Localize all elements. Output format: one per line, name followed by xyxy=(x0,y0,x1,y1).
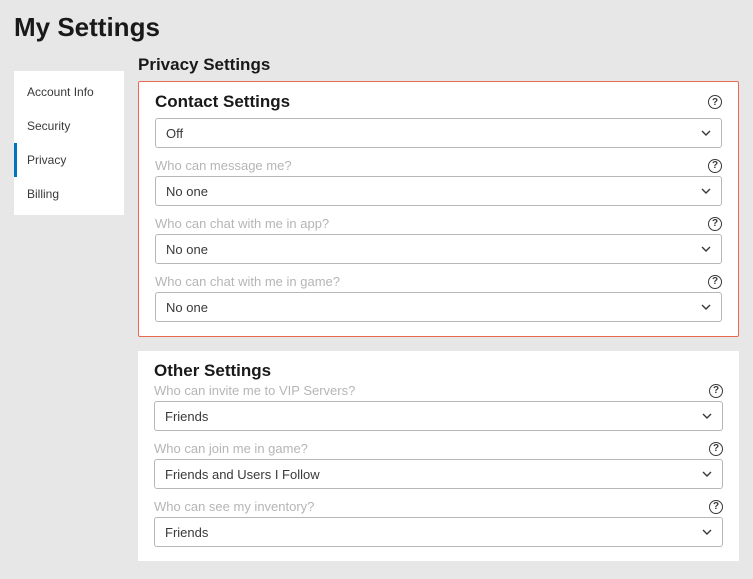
help-icon[interactable]: ? xyxy=(708,95,722,109)
select-who-can-chat-game[interactable]: No one xyxy=(155,292,722,322)
sidebar: Account Info Security Privacy Billing xyxy=(14,71,124,215)
chevron-down-icon xyxy=(702,471,712,477)
chevron-down-icon xyxy=(702,413,712,419)
select-value: Off xyxy=(166,126,183,141)
select-value: No one xyxy=(166,242,208,257)
field-label: Who can join me in game? xyxy=(154,441,308,456)
field-label-row: Who can join me in game? ? xyxy=(154,441,723,456)
help-icon[interactable]: ? xyxy=(708,275,722,289)
select-who-can-message[interactable]: No one xyxy=(155,176,722,206)
field-label-row: Who can invite me to VIP Servers? ? xyxy=(154,383,723,398)
card-title-row: Contact Settings ? xyxy=(155,92,722,112)
select-value: Friends and Users I Follow xyxy=(165,467,320,482)
field-label: Who can chat with me in app? xyxy=(155,216,329,231)
main-content: Privacy Settings Contact Settings ? Off … xyxy=(138,55,739,575)
select-who-can-chat-app[interactable]: No one xyxy=(155,234,722,264)
select-who-can-join[interactable]: Friends and Users I Follow xyxy=(154,459,723,489)
help-icon[interactable]: ? xyxy=(708,217,722,231)
other-settings-card: Other Settings Who can invite me to VIP … xyxy=(138,351,739,561)
field-label: Who can see my inventory? xyxy=(154,499,314,514)
select-value: Friends xyxy=(165,409,208,424)
field-label-row: Who can chat with me in game? ? xyxy=(155,274,722,289)
chevron-down-icon xyxy=(701,188,711,194)
contact-settings-card: Contact Settings ? Off Who can message m… xyxy=(138,81,739,337)
card-title-contact: Contact Settings xyxy=(155,92,290,112)
sidebar-item-security[interactable]: Security xyxy=(14,109,124,143)
help-icon[interactable]: ? xyxy=(709,500,723,514)
field-label-row: Who can see my inventory? ? xyxy=(154,499,723,514)
select-value: No one xyxy=(166,300,208,315)
chevron-down-icon xyxy=(701,246,711,252)
select-value: No one xyxy=(166,184,208,199)
chevron-down-icon xyxy=(701,304,711,310)
sidebar-item-account-info[interactable]: Account Info xyxy=(14,75,124,109)
help-icon[interactable]: ? xyxy=(709,384,723,398)
field-label-row: Who can message me? ? xyxy=(155,158,722,173)
chevron-down-icon xyxy=(701,130,711,136)
sidebar-item-billing[interactable]: Billing xyxy=(14,177,124,211)
help-icon[interactable]: ? xyxy=(708,159,722,173)
select-inventory-visibility[interactable]: Friends xyxy=(154,517,723,547)
help-icon[interactable]: ? xyxy=(709,442,723,456)
card-title-other: Other Settings xyxy=(154,361,723,381)
section-title: Privacy Settings xyxy=(138,55,739,75)
select-value: Friends xyxy=(165,525,208,540)
sidebar-item-privacy[interactable]: Privacy xyxy=(14,143,124,177)
select-vip-invite[interactable]: Friends xyxy=(154,401,723,431)
chevron-down-icon xyxy=(702,529,712,535)
select-contact-main[interactable]: Off xyxy=(155,118,722,148)
field-label-row: Who can chat with me in app? ? xyxy=(155,216,722,231)
field-label: Who can chat with me in game? xyxy=(155,274,340,289)
field-label: Who can invite me to VIP Servers? xyxy=(154,383,355,398)
layout: Account Info Security Privacy Billing Pr… xyxy=(14,55,739,575)
field-label: Who can message me? xyxy=(155,158,292,173)
page-title: My Settings xyxy=(14,12,739,43)
